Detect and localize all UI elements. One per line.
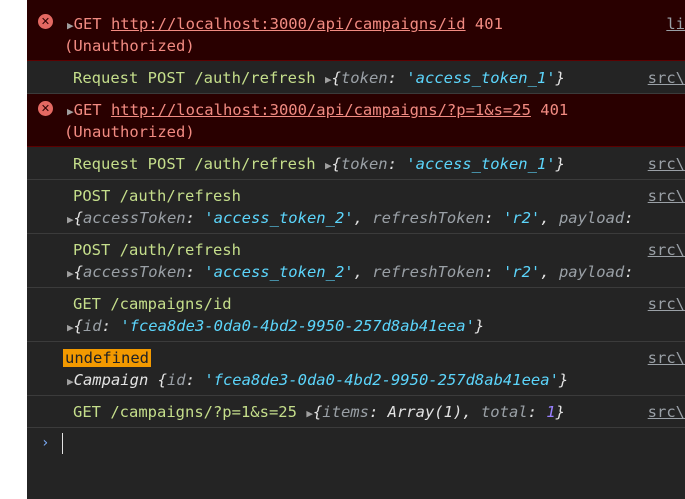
error-icon: ✕ [38, 101, 53, 116]
console-log-row: undefined ▶Campaign {id: 'fcea8de3-0da0-… [27, 342, 685, 396]
console-log-row: GET /campaigns/?p=1&s=25 ▶{items: Array(… [27, 396, 685, 428]
object-value: 1 [546, 403, 556, 421]
console-log-row: POST /auth/refresh ▶{accessToken: 'acces… [27, 180, 685, 234]
object-brace: } [555, 155, 565, 173]
log-message: Request POST /auth/refresh [73, 69, 316, 87]
expand-triangle-icon[interactable]: ▶ [67, 321, 74, 334]
expand-triangle-icon[interactable]: ▶ [67, 375, 74, 388]
object-brace: { [331, 155, 341, 173]
expand-triangle-icon[interactable]: ▶ [67, 213, 74, 226]
object-value: 'access_token_2' [204, 209, 354, 227]
expand-triangle-icon[interactable]: ▶ [67, 267, 74, 280]
source-link[interactable]: src\ [648, 185, 685, 207]
request-url-link[interactable]: http://localhost:3000/api/campaigns/id [111, 15, 466, 33]
console-error-row[interactable]: ✕ ▶GET http://localhost:3000/api/campaig… [27, 0, 685, 61]
expand-triangle-icon[interactable]: ▶ [306, 407, 313, 420]
object-value: 'fcea8de3-0da0-4bd2-9950-257d8ab41eea' [120, 317, 475, 335]
request-method: GET [73, 101, 102, 119]
object-key: payload [558, 209, 625, 227]
object-key: token [340, 69, 388, 87]
object-key: payload [558, 263, 625, 281]
object-class-name: Campaign [73, 371, 149, 389]
source-link[interactable]: src\ [648, 239, 685, 261]
object-value: 'r2' [502, 209, 541, 227]
undefined-badge: undefined [63, 349, 151, 367]
source-link[interactable]: src\ [648, 67, 685, 89]
source-link[interactable]: src\ [648, 153, 685, 175]
object-key: refreshToken [372, 209, 485, 227]
source-link[interactable]: li [666, 13, 685, 35]
object-value: 'access_token_1' [406, 155, 556, 173]
object-value: 'fcea8de3-0da0-4bd2-9950-257d8ab41eea' [204, 371, 559, 389]
expand-triangle-icon[interactable]: ▶ [325, 73, 332, 86]
error-icon: ✕ [38, 14, 53, 29]
expand-triangle-icon[interactable]: ▶ [67, 19, 74, 32]
status-code: 401 [474, 15, 503, 33]
expand-triangle-icon[interactable]: ▶ [325, 159, 332, 172]
log-message: POST /auth/refresh [73, 241, 241, 259]
console-log-row: GET /campaigns/id ▶{id: 'fcea8de3-0da0-4… [27, 288, 685, 342]
chevron-right-icon: › [41, 435, 50, 451]
request-method: GET [73, 15, 102, 33]
console-error-row[interactable]: ✕ ▶GET http://localhost:3000/api/campaig… [27, 94, 685, 147]
console-log-row: Request POST /auth/refresh ▶{token: 'acc… [27, 147, 685, 180]
object-value: 'r2' [502, 263, 541, 281]
object-value: Array(1) [387, 403, 463, 421]
status-text: (Unauthorized) [64, 123, 195, 141]
status-text: (Unauthorized) [64, 37, 195, 55]
status-code: 401 [540, 101, 569, 119]
object-key: token [340, 155, 388, 173]
console-input-caret[interactable] [62, 433, 63, 454]
console-log-row: Request POST /auth/refresh ▶{token: 'acc… [27, 61, 685, 94]
object-key: accessToken [82, 209, 186, 227]
object-key: total [480, 403, 528, 421]
object-key: id [82, 317, 102, 335]
log-message: POST /auth/refresh [73, 187, 241, 205]
devtools-console: ✕ ▶GET http://localhost:3000/api/campaig… [27, 0, 685, 499]
log-message: GET /campaigns/?p=1&s=25 [73, 403, 297, 421]
source-link[interactable]: src\ [648, 347, 685, 369]
object-value: 'access_token_1' [406, 69, 556, 87]
object-key: id [166, 371, 186, 389]
request-url-link[interactable]: http://localhost:3000/api/campaigns/?p=1… [111, 101, 531, 119]
console-log-row: POST /auth/refresh ▶{accessToken: 'acces… [27, 234, 685, 288]
source-link[interactable]: src\ [648, 293, 685, 315]
log-message: Request POST /auth/refresh [73, 155, 316, 173]
object-brace: } [555, 69, 565, 87]
log-message: GET /campaigns/id [73, 295, 232, 313]
object-key: items [322, 403, 369, 421]
object-key: accessToken [82, 263, 186, 281]
source-link[interactable]: src\ [648, 401, 685, 423]
expand-triangle-icon[interactable]: ▶ [67, 105, 74, 118]
object-brace: { [331, 69, 341, 87]
object-value: 'access_token_2' [204, 263, 354, 281]
object-key: refreshToken [372, 263, 485, 281]
